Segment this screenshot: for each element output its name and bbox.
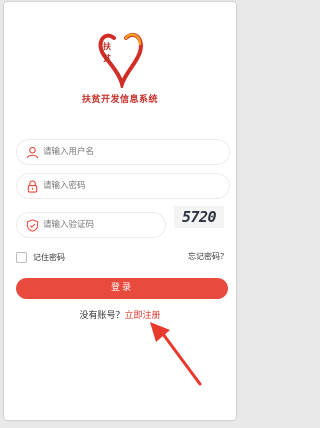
lock-icon — [27, 180, 38, 193]
remember-password[interactable]: 记住密码 — [16, 250, 65, 264]
captcha-input[interactable] — [43, 217, 153, 233]
captcha-field[interactable] — [16, 212, 166, 238]
shield-check-icon — [26, 219, 39, 232]
username-input[interactable] — [43, 144, 203, 160]
register-prompt: 没有账号？立即注册 — [4, 308, 236, 321]
password-input[interactable] — [43, 178, 203, 194]
logo-text: 扶 贫 — [97, 40, 117, 64]
register-link[interactable]: 立即注册 — [125, 311, 161, 321]
no-account-text: 没有账号？ — [79, 311, 125, 321]
forgot-password-link[interactable]: 忘记密码？ — [188, 251, 228, 262]
remember-label: 记住密码 — [33, 252, 65, 262]
captcha-image[interactable]: 5720 — [174, 206, 224, 228]
login-card: 扶 贫 扶贫开发信息系统 5720 记住密码 忘记密码？ 登录 没有账号？立即注… — [4, 2, 236, 420]
logo-char: 扶 — [103, 41, 111, 51]
logo-char: 贫 — [103, 53, 111, 63]
username-field[interactable] — [16, 139, 230, 165]
app-title: 扶贫开发信息系统 — [81, 95, 158, 105]
password-field[interactable] — [16, 173, 230, 199]
login-button[interactable]: 登录 — [16, 278, 228, 299]
user-icon — [26, 146, 39, 159]
remember-checkbox[interactable] — [16, 251, 27, 263]
